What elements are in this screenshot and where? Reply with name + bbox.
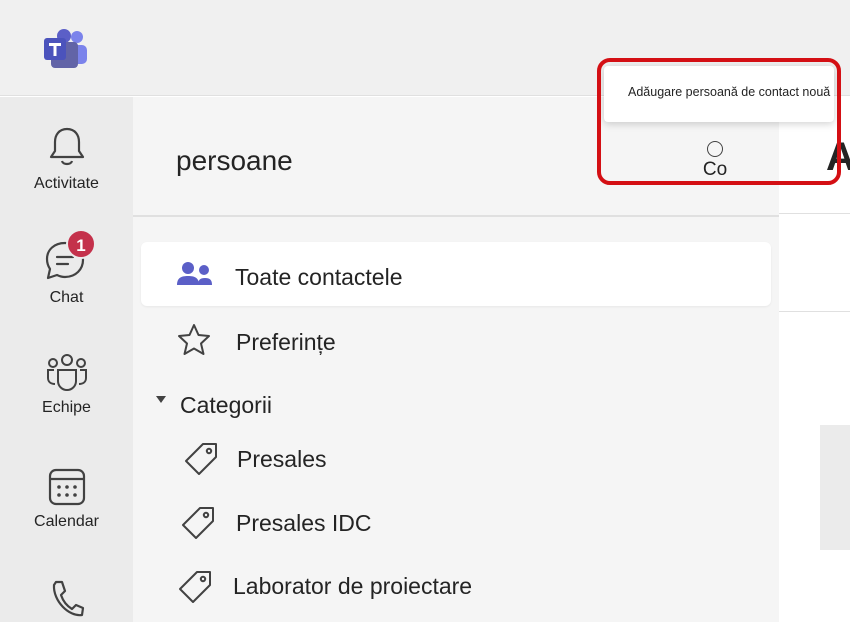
category-label: Presales [237,446,327,472]
rail-item-calls[interactable] [0,579,133,619]
rail-label-teams: Echipe [42,399,91,416]
divider [779,311,850,312]
page-title: persoane [176,145,293,176]
rail-item-chat[interactable]: 1 Chat [0,229,133,307]
phone-icon [52,580,84,617]
tag-icon [182,507,214,539]
rail-item-activity[interactable]: Activitate [0,125,133,193]
chat-unread-badge: 1 [66,229,96,259]
categories-label: Categorii [180,392,273,418]
teams-logo-icon [44,29,87,68]
teams-icon [46,354,87,392]
app-rail: Activitate 1 Chat Echipe Calendar [0,97,133,622]
rail-label-activity: Activitate [34,175,99,192]
tag-icon [179,571,211,603]
rail-label-chat: Chat [49,289,84,306]
nav-label-favorites: Preferințe [236,329,336,355]
highlight-box [597,58,841,185]
rail-item-calendar[interactable]: Calendar [0,467,133,531]
rail-item-teams[interactable]: Echipe [0,353,133,417]
rail-label-calendar: Calendar [34,513,99,530]
nav-label-all-contacts: Toate contactele [235,264,403,290]
star-icon [178,324,210,355]
placeholder-block [820,425,850,550]
bell-icon [49,127,84,166]
divider [779,213,850,214]
category-label: Presales IDC [236,510,372,536]
calendar-icon [48,468,85,506]
tag-icon [185,443,217,475]
caret-down-icon [156,396,166,403]
people-icon [177,262,212,285]
category-label: Laborator de proiectare [233,573,473,599]
